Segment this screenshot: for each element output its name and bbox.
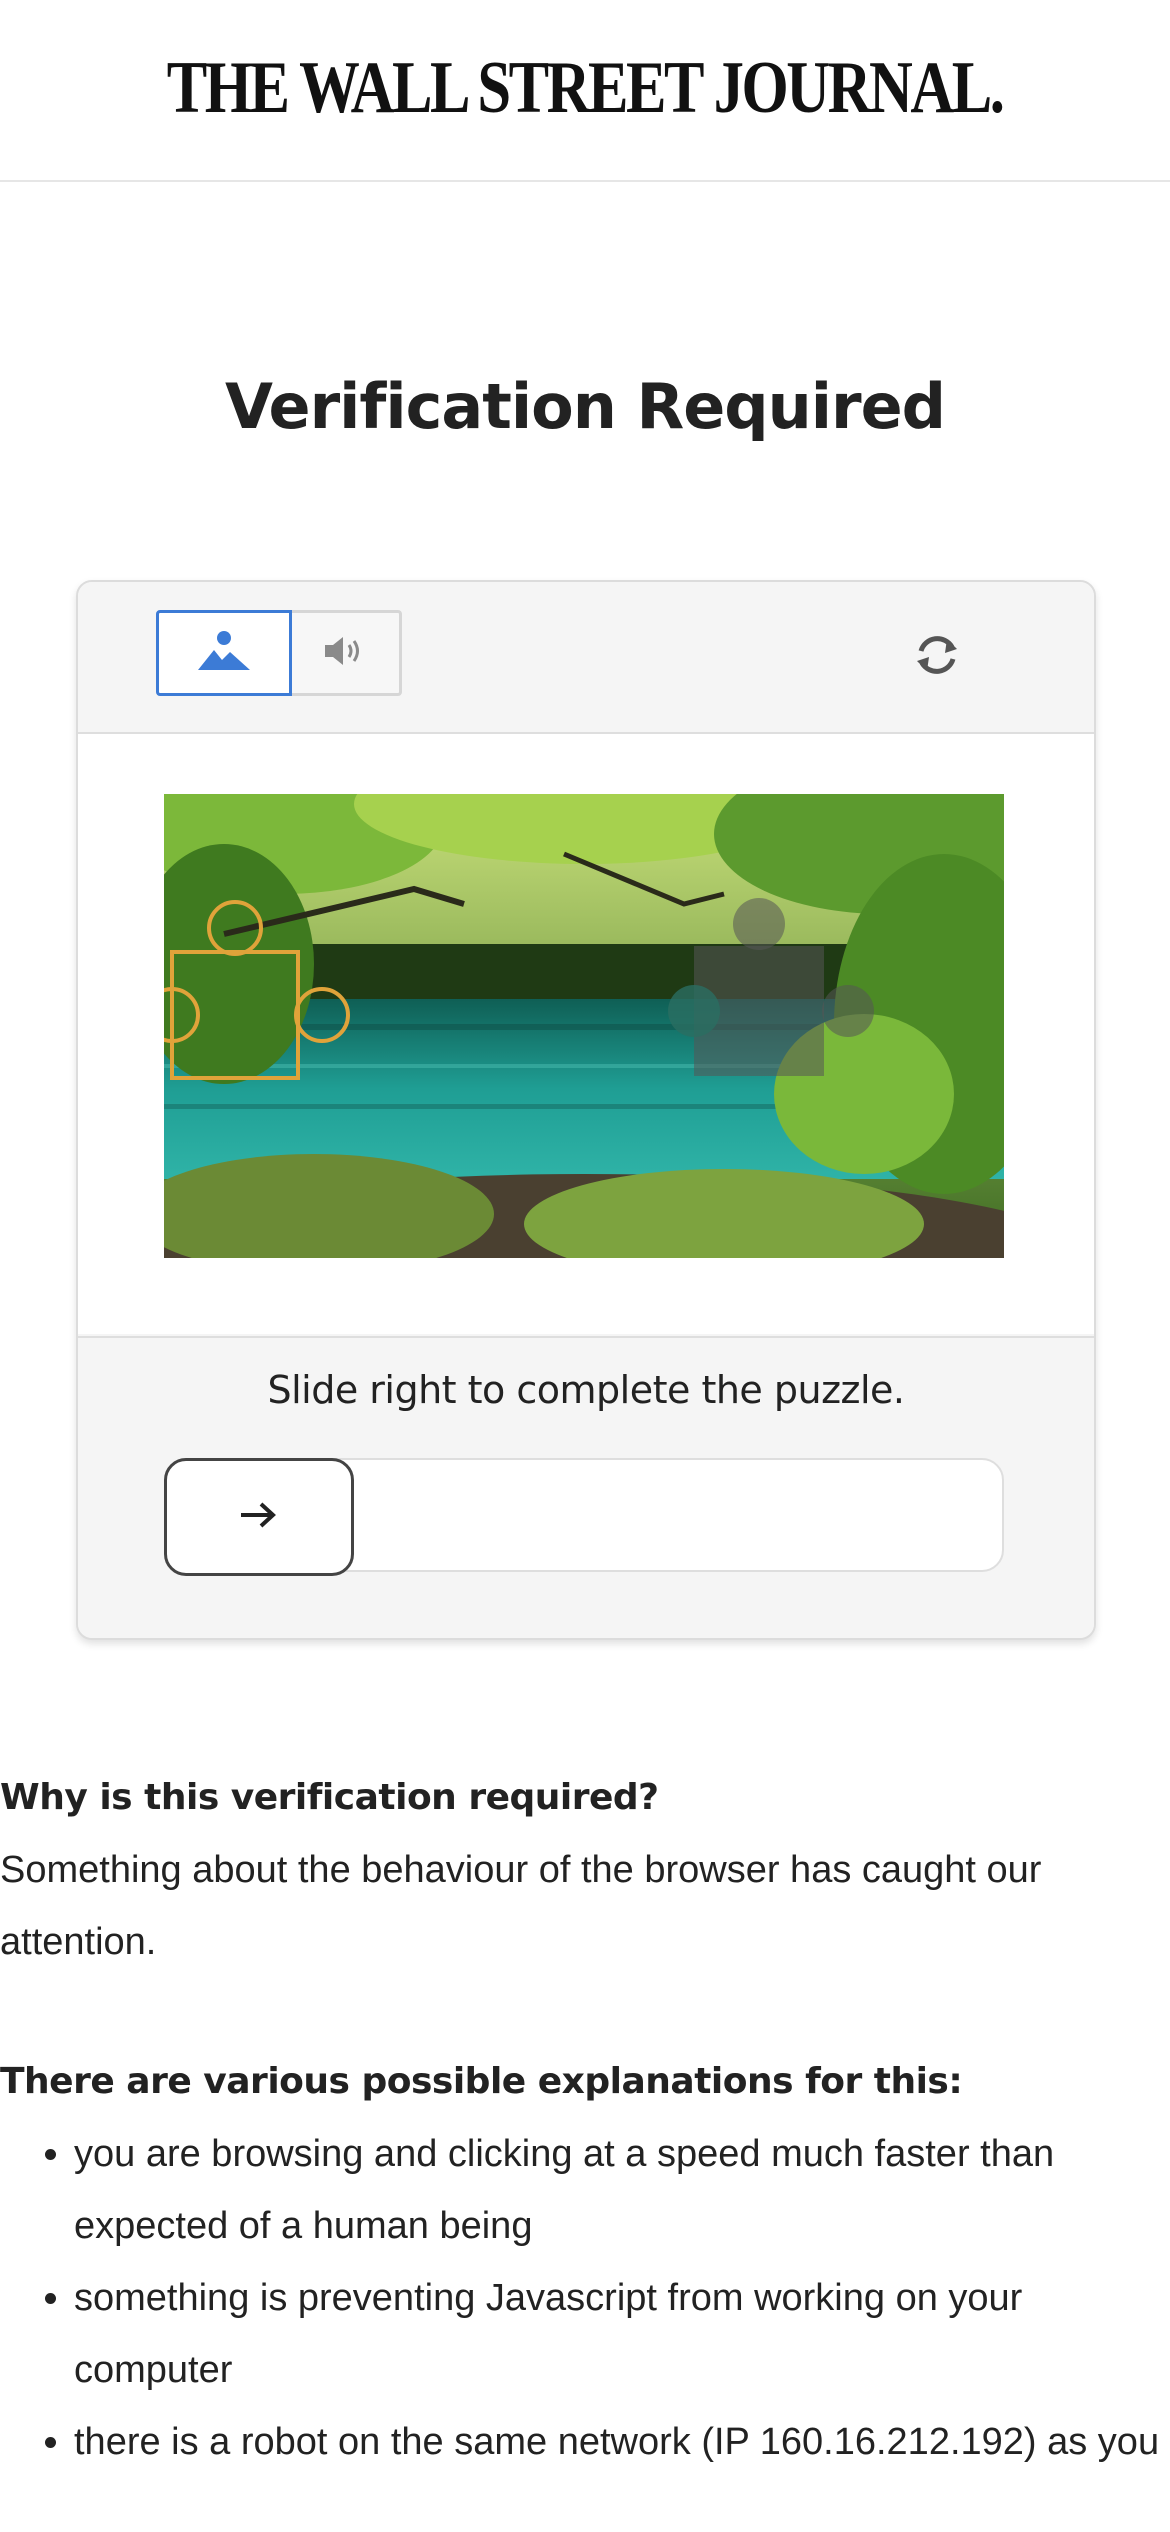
verification-info: Why is this verification required? Somet… bbox=[0, 1762, 1170, 2478]
wsj-logo[interactable]: THE WALL STREET JOURNAL. bbox=[167, 46, 1005, 131]
page-title: Verification Required bbox=[224, 370, 946, 443]
explanations-heading: There are various possible explanations … bbox=[0, 2061, 963, 2102]
refresh-button[interactable] bbox=[902, 622, 972, 692]
list-item: something is preventing Javascript from … bbox=[74, 2262, 1170, 2406]
audio-mode-icon bbox=[321, 633, 367, 673]
arrow-right-icon bbox=[237, 1499, 281, 1535]
slide-instruction: Slide right to complete the puzzle. bbox=[267, 1368, 905, 1412]
image-mode-button[interactable] bbox=[156, 610, 292, 696]
image-mode-icon bbox=[194, 628, 254, 678]
refresh-icon bbox=[909, 627, 965, 687]
captcha-card: Slide right to complete the puzzle. bbox=[76, 580, 1096, 1640]
puzzle-background-image bbox=[164, 794, 1004, 1258]
masthead: THE WALL STREET JOURNAL. bbox=[0, 0, 1170, 182]
puzzle-area bbox=[78, 734, 1094, 1334]
audio-mode-button[interactable] bbox=[288, 610, 402, 696]
slider-area: Slide right to complete the puzzle. bbox=[78, 1336, 1094, 1638]
why-heading: Why is this verification required? bbox=[0, 1777, 659, 1818]
captcha-toolbar bbox=[78, 582, 1094, 734]
list-item: there is a robot on the same network (IP… bbox=[74, 2406, 1170, 2478]
why-text: Something about the behaviour of the bro… bbox=[0, 1849, 1042, 1963]
explanations-list: you are browsing and clicking at a speed… bbox=[0, 2118, 1170, 2478]
slider-handle[interactable] bbox=[164, 1458, 354, 1576]
list-item: you are browsing and clicking at a speed… bbox=[74, 2118, 1170, 2262]
